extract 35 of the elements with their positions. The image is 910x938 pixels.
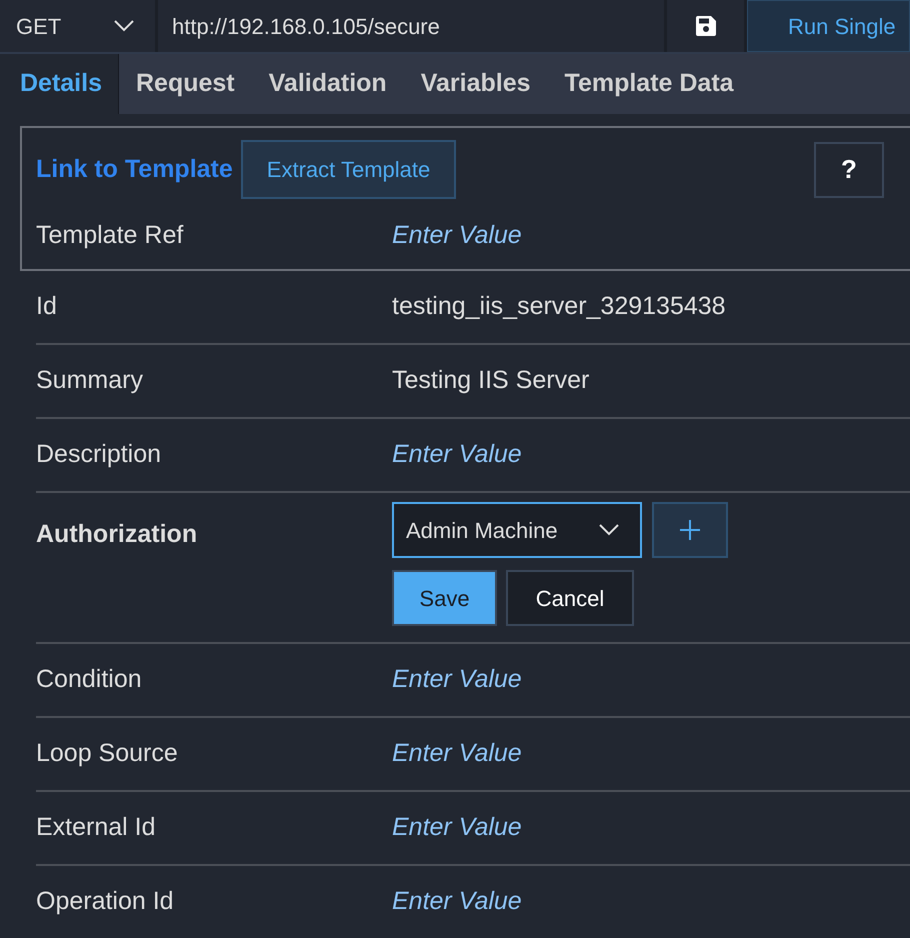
link-to-template-link[interactable]: Link to Template bbox=[36, 150, 233, 188]
chevron-down-icon bbox=[598, 523, 620, 537]
help-button[interactable]: ? bbox=[814, 142, 884, 198]
value-placeholder[interactable]: Enter Value bbox=[392, 436, 522, 474]
value-placeholder[interactable]: Enter Value bbox=[392, 217, 522, 255]
method-dropdown[interactable]: GET bbox=[0, 0, 155, 52]
tab[interactable]: Validation bbox=[252, 54, 404, 114]
run-button[interactable]: Run Single bbox=[747, 0, 910, 52]
extract-template-button[interactable]: Extract Template bbox=[240, 140, 456, 199]
field-label: Id bbox=[36, 291, 58, 322]
cancel-button[interactable]: Cancel bbox=[506, 570, 634, 626]
chevron-down-icon bbox=[113, 19, 135, 33]
plus-icon bbox=[680, 520, 700, 540]
value-placeholder[interactable]: Enter Value bbox=[392, 883, 522, 921]
field-value[interactable]: testing_iis_server_329135438 bbox=[392, 288, 726, 326]
field-label: External Id bbox=[36, 812, 157, 844]
tab[interactable]: Variables bbox=[404, 54, 548, 114]
tab[interactable]: Template Data bbox=[548, 54, 751, 114]
value-placeholder[interactable]: Enter Value bbox=[392, 735, 522, 773]
url-field[interactable]: http://192.168.0.105/secure bbox=[158, 0, 664, 52]
value-placeholder[interactable]: Enter Value bbox=[392, 809, 522, 847]
field-label: Operation Id bbox=[36, 886, 175, 918]
field-label: Description bbox=[36, 439, 162, 470]
field-label: Authorization bbox=[36, 519, 198, 550]
field-label: Loop Source bbox=[36, 738, 179, 770]
value-placeholder[interactable]: Enter Value bbox=[392, 661, 522, 699]
field-label: Summary bbox=[36, 365, 144, 396]
field-label: Template Ref bbox=[36, 220, 184, 252]
tab[interactable]: Details bbox=[0, 54, 119, 114]
save-button[interactable] bbox=[667, 0, 744, 52]
authorization-dropdown[interactable]: Admin Machine bbox=[392, 502, 642, 558]
tab[interactable]: Request bbox=[118, 54, 252, 114]
save-button[interactable]: Save bbox=[392, 570, 497, 626]
field-value[interactable]: Testing IIS Server bbox=[392, 362, 590, 400]
field-label: Condition bbox=[36, 664, 143, 696]
